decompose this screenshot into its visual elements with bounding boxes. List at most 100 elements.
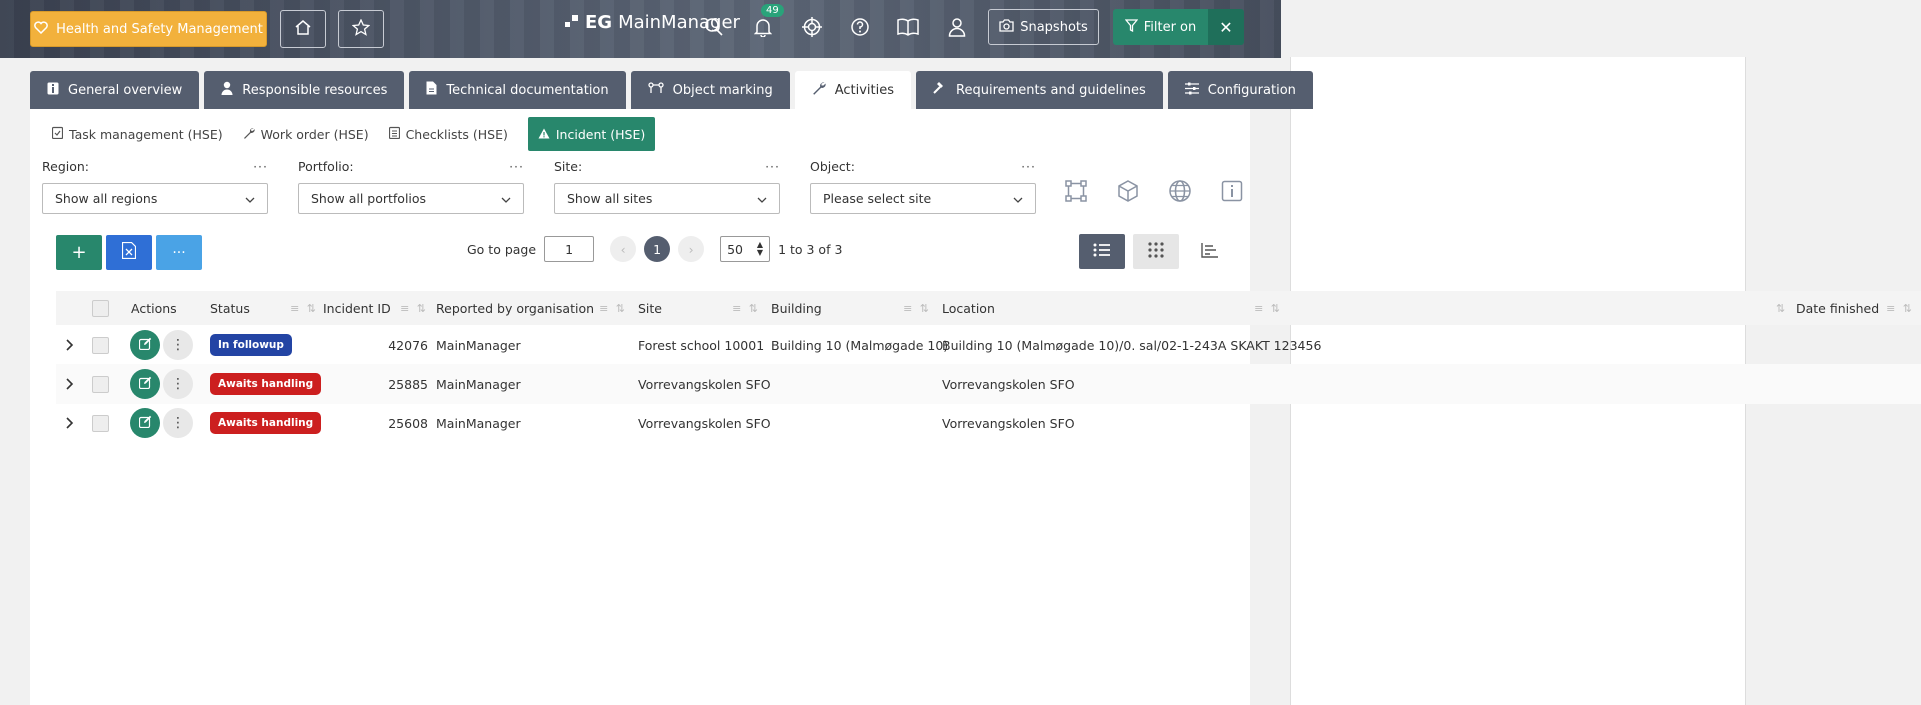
subtab-incident[interactable]: Incident (HSE) (527, 117, 656, 151)
logo-prefix: EG (585, 12, 613, 33)
row-more-button[interactable]: ⋮ (163, 325, 193, 365)
object-select[interactable]: Please select site (810, 183, 1036, 214)
row-checkbox[interactable] (92, 364, 109, 404)
support-button[interactable] (799, 16, 825, 42)
col-site[interactable]: Site ≡ ⇅ (638, 291, 760, 325)
site-more-icon[interactable]: ··· (765, 159, 780, 177)
select-all-checkbox[interactable] (92, 291, 109, 325)
row-checkbox[interactable] (92, 403, 109, 443)
sort-icon[interactable]: ≡ ⇅ (732, 302, 760, 315)
export-excel-button[interactable] (106, 235, 152, 270)
location-cell: Vorrevangskolen SFO (942, 376, 1075, 392)
funnel-icon (1124, 18, 1139, 36)
app-header: Health and Safety Management EG MainMana… (0, 0, 1281, 58)
portfolio-more-icon[interactable]: ··· (509, 159, 524, 177)
site-label: Site: (554, 159, 583, 174)
row-more-button[interactable]: ⋮ (163, 364, 193, 404)
globe-icon[interactable] (1166, 177, 1194, 205)
list-icon (1093, 243, 1111, 261)
row-checkbox[interactable] (92, 325, 109, 365)
favorites-button[interactable] (338, 10, 384, 48)
tab-activities[interactable]: Activities (794, 71, 912, 109)
sort-icon[interactable]: ≡ ⇅ (290, 302, 318, 315)
bar-chart-icon (1201, 242, 1219, 262)
row-more-button[interactable]: ⋮ (163, 403, 193, 443)
filter-on-button[interactable]: Filter on (1113, 9, 1208, 45)
tab-label: Configuration (1207, 82, 1296, 98)
page-size-select[interactable]: 50 ▲ ▼ (720, 236, 771, 262)
tab-label: Object marking (672, 82, 773, 98)
tab-general-overview[interactable]: General overview (30, 71, 200, 109)
book-icon (897, 18, 919, 40)
edit-button[interactable] (130, 364, 160, 404)
cube-icon[interactable] (1114, 177, 1142, 205)
tab-label: Technical documentation (446, 82, 609, 98)
manual-button[interactable] (895, 16, 921, 42)
checklist-icon (388, 126, 400, 142)
prev-page-button[interactable]: ‹ (610, 236, 637, 262)
col-reported-by[interactable]: Reported by organisation ≡ ⇅ (436, 291, 627, 325)
site-select[interactable]: Show all sites (554, 183, 780, 214)
tab-requirements-and-guidelines[interactable]: Requirements and guidelines (916, 71, 1163, 109)
module-button-label: Health and Safety Management (56, 21, 263, 37)
chart-view-button[interactable] (1187, 234, 1233, 269)
edit-button[interactable] (130, 325, 160, 365)
tab-object-marking[interactable]: Object marking (630, 71, 790, 109)
portfolio-select[interactable]: Show all portfolios (298, 183, 524, 214)
main-tabs: General overview Responsible resources T… (30, 71, 1313, 109)
add-button[interactable]: + (56, 235, 102, 270)
user-button[interactable] (944, 16, 970, 42)
page-input[interactable]: 1 (544, 236, 595, 262)
snapshots-button[interactable]: Snapshots (988, 9, 1099, 45)
col-reported-by-label: Reported by organisation (436, 300, 595, 316)
edit-button[interactable] (130, 403, 160, 443)
col-building[interactable]: Building ≡ ⇅ (771, 291, 931, 325)
sort-icon[interactable]: ≡ ⇅ (1886, 302, 1914, 315)
subtab-checklists[interactable]: Checklists (HSE) (379, 117, 518, 151)
info-box-icon[interactable] (1218, 177, 1246, 205)
search-button[interactable] (701, 16, 727, 42)
subtab-work-order[interactable]: Work order (HSE) (233, 117, 379, 151)
col-date-finished[interactable]: Date finished ≡ ⇅ (1796, 291, 1914, 325)
view-switcher (1079, 234, 1233, 269)
sort-icon[interactable]: ≡ ⇅ (599, 302, 627, 315)
help-button[interactable] (847, 16, 873, 42)
expand-chevron-icon[interactable] (66, 325, 74, 365)
list-view-button[interactable] (1079, 234, 1125, 269)
expand-chevron-icon[interactable] (66, 364, 74, 404)
col-location[interactable]: Location ≡ ⇅ (942, 291, 1282, 325)
network-icon[interactable] (1062, 177, 1090, 205)
next-page-button[interactable]: › (678, 236, 705, 262)
clear-filter-button[interactable]: ✕ (1208, 9, 1244, 45)
col-date-finished-label: Date finished (1796, 300, 1880, 316)
col-status[interactable]: Status ≡ ⇅ (210, 291, 318, 325)
tab-responsible-resources[interactable]: Responsible resources (204, 71, 405, 109)
table-row[interactable]: ⋮ Awaits handling 25885 MainManager Vorr… (56, 364, 1921, 404)
home-button[interactable] (280, 10, 326, 48)
table-row[interactable]: ⋮ Awaits handling 25608 MainManager Vorr… (56, 403, 1921, 443)
table-row[interactable]: ⋮ In followup 42076 MainManager Forest s… (56, 325, 1921, 365)
sort-icon[interactable]: ≡ ⇅ (1254, 302, 1282, 315)
tab-label: Responsible resources (242, 82, 388, 98)
expand-chevron-icon[interactable] (66, 403, 74, 443)
module-button[interactable]: Health and Safety Management (30, 11, 267, 47)
status-cell: Awaits handling (210, 403, 322, 443)
col-hidden-sort[interactable]: ⇅ (1776, 291, 1785, 325)
sort-icon[interactable]: ≡ ⇅ (903, 302, 931, 315)
col-incident-id[interactable]: Incident ID ≡ ⇅ (323, 291, 428, 325)
region-select[interactable]: Show all regions (42, 183, 268, 214)
tab-configuration[interactable]: Configuration (1167, 71, 1313, 109)
sort-icon[interactable]: ⇅ (1776, 302, 1787, 315)
current-page[interactable]: 1 (644, 236, 671, 262)
grid-view-button[interactable] (1133, 234, 1179, 269)
subtab-task-management[interactable]: Task management (HSE) (42, 117, 233, 151)
notifications-button[interactable] (750, 16, 776, 42)
sort-icon[interactable]: ≡ ⇅ (400, 302, 428, 315)
more-actions-button[interactable]: ··· (156, 235, 202, 270)
wrench-icon (812, 81, 826, 99)
reported-by-cell: MainManager (436, 415, 521, 431)
object-more-icon[interactable]: ··· (1021, 159, 1036, 177)
tab-technical-documentation[interactable]: Technical documentation (409, 71, 626, 109)
region-more-icon[interactable]: ··· (253, 159, 268, 177)
object-filter: Object: ··· Please select site (810, 159, 1036, 214)
